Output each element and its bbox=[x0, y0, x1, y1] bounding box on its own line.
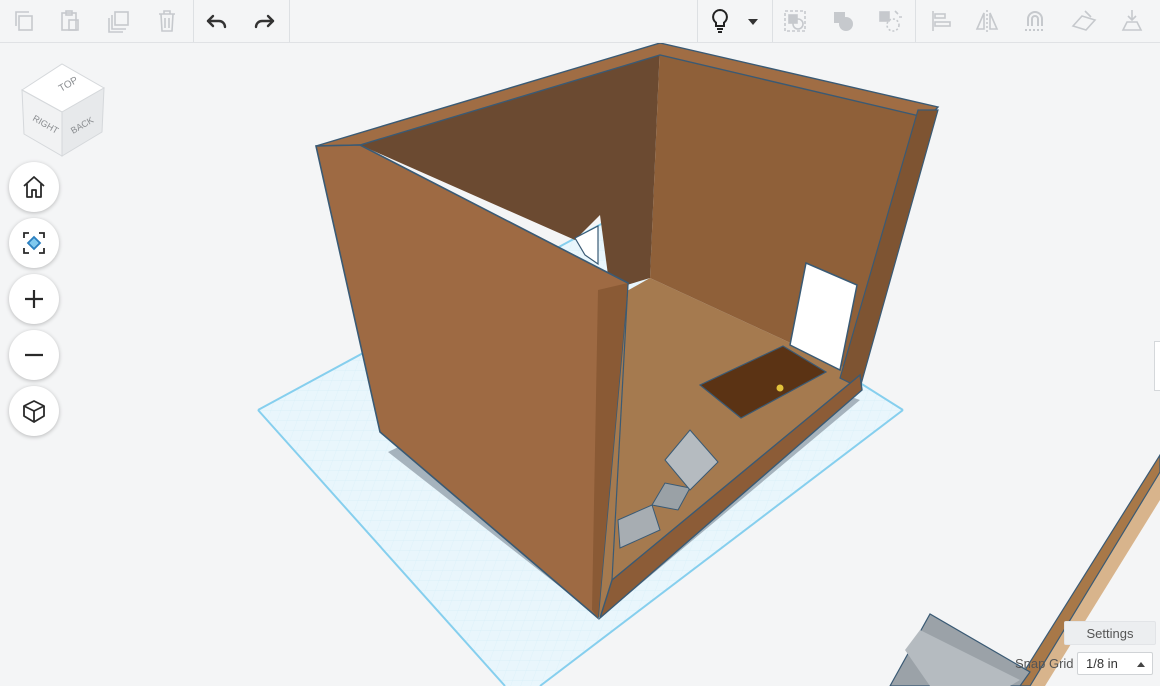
delete-icon bbox=[159, 10, 175, 32]
view-cube[interactable]: TOP RIGHT BACK bbox=[18, 62, 110, 158]
plus-icon bbox=[25, 290, 43, 308]
group-button[interactable] bbox=[777, 3, 813, 39]
align-icon bbox=[932, 11, 951, 31]
redo-icon bbox=[254, 14, 275, 29]
hole-solid-icon bbox=[879, 10, 902, 32]
paste-button[interactable] bbox=[52, 3, 88, 39]
history-tool-group bbox=[193, 0, 290, 42]
snap-grid-label: Snap Grid bbox=[1015, 656, 1074, 671]
cube-perspective-icon bbox=[23, 400, 45, 423]
workplane-viewport[interactable] bbox=[0, 43, 1160, 686]
fit-view-icon bbox=[23, 232, 45, 254]
redo-button[interactable] bbox=[246, 3, 282, 39]
right-panel-tab[interactable] bbox=[1154, 341, 1160, 391]
lightbulb-icon bbox=[712, 8, 728, 33]
home-icon bbox=[23, 176, 45, 198]
perspective-button[interactable] bbox=[9, 386, 59, 436]
main-toolbar bbox=[0, 0, 1160, 43]
drop-icon bbox=[1121, 10, 1143, 31]
fit-view-button[interactable] bbox=[9, 218, 59, 268]
undo-button[interactable] bbox=[199, 3, 235, 39]
view-tool-group bbox=[697, 0, 773, 42]
zoom-in-button[interactable] bbox=[9, 274, 59, 324]
mirror-button[interactable] bbox=[969, 3, 1005, 39]
snap-grid-value: 1/8 in bbox=[1086, 656, 1118, 671]
delete-button[interactable] bbox=[149, 3, 185, 39]
edit-tool-group bbox=[0, 0, 194, 42]
copy-icon bbox=[15, 11, 33, 31]
settings-button[interactable]: Settings bbox=[1064, 621, 1156, 645]
minus-icon bbox=[25, 353, 43, 357]
magnet-icon bbox=[1025, 11, 1045, 31]
duplicate-icon bbox=[108, 11, 129, 33]
shape-tool-group bbox=[771, 0, 916, 42]
view-dropdown-button[interactable] bbox=[738, 3, 768, 39]
caret-up-icon bbox=[1137, 662, 1145, 667]
show-all-button[interactable] bbox=[702, 3, 738, 39]
hatch-knob bbox=[776, 384, 784, 392]
dropdown-arrow-icon bbox=[748, 19, 758, 25]
workplane-button[interactable] bbox=[1066, 3, 1102, 39]
zoom-out-button[interactable] bbox=[9, 330, 59, 380]
drop-button[interactable] bbox=[1114, 3, 1150, 39]
arrange-tool-group bbox=[915, 0, 1160, 42]
home-view-button[interactable] bbox=[9, 162, 59, 212]
ungroup-icon bbox=[834, 12, 853, 31]
copy-button[interactable] bbox=[6, 3, 42, 39]
mirror-icon bbox=[975, 10, 999, 32]
snap-grid-select[interactable]: 1/8 in bbox=[1077, 652, 1153, 675]
undo-icon bbox=[206, 14, 227, 29]
group-icon bbox=[784, 10, 806, 32]
view-cube-icon: TOP RIGHT BACK bbox=[21, 63, 106, 157]
grey-block-object[interactable] bbox=[889, 613, 1031, 686]
workplane-icon bbox=[1071, 10, 1097, 31]
align-button[interactable] bbox=[923, 3, 959, 39]
ungroup-button[interactable] bbox=[825, 3, 861, 39]
paste-icon bbox=[61, 10, 79, 31]
hole-solid-button[interactable] bbox=[872, 3, 908, 39]
cruise-button[interactable] bbox=[1017, 3, 1053, 39]
duplicate-button[interactable] bbox=[101, 3, 137, 39]
